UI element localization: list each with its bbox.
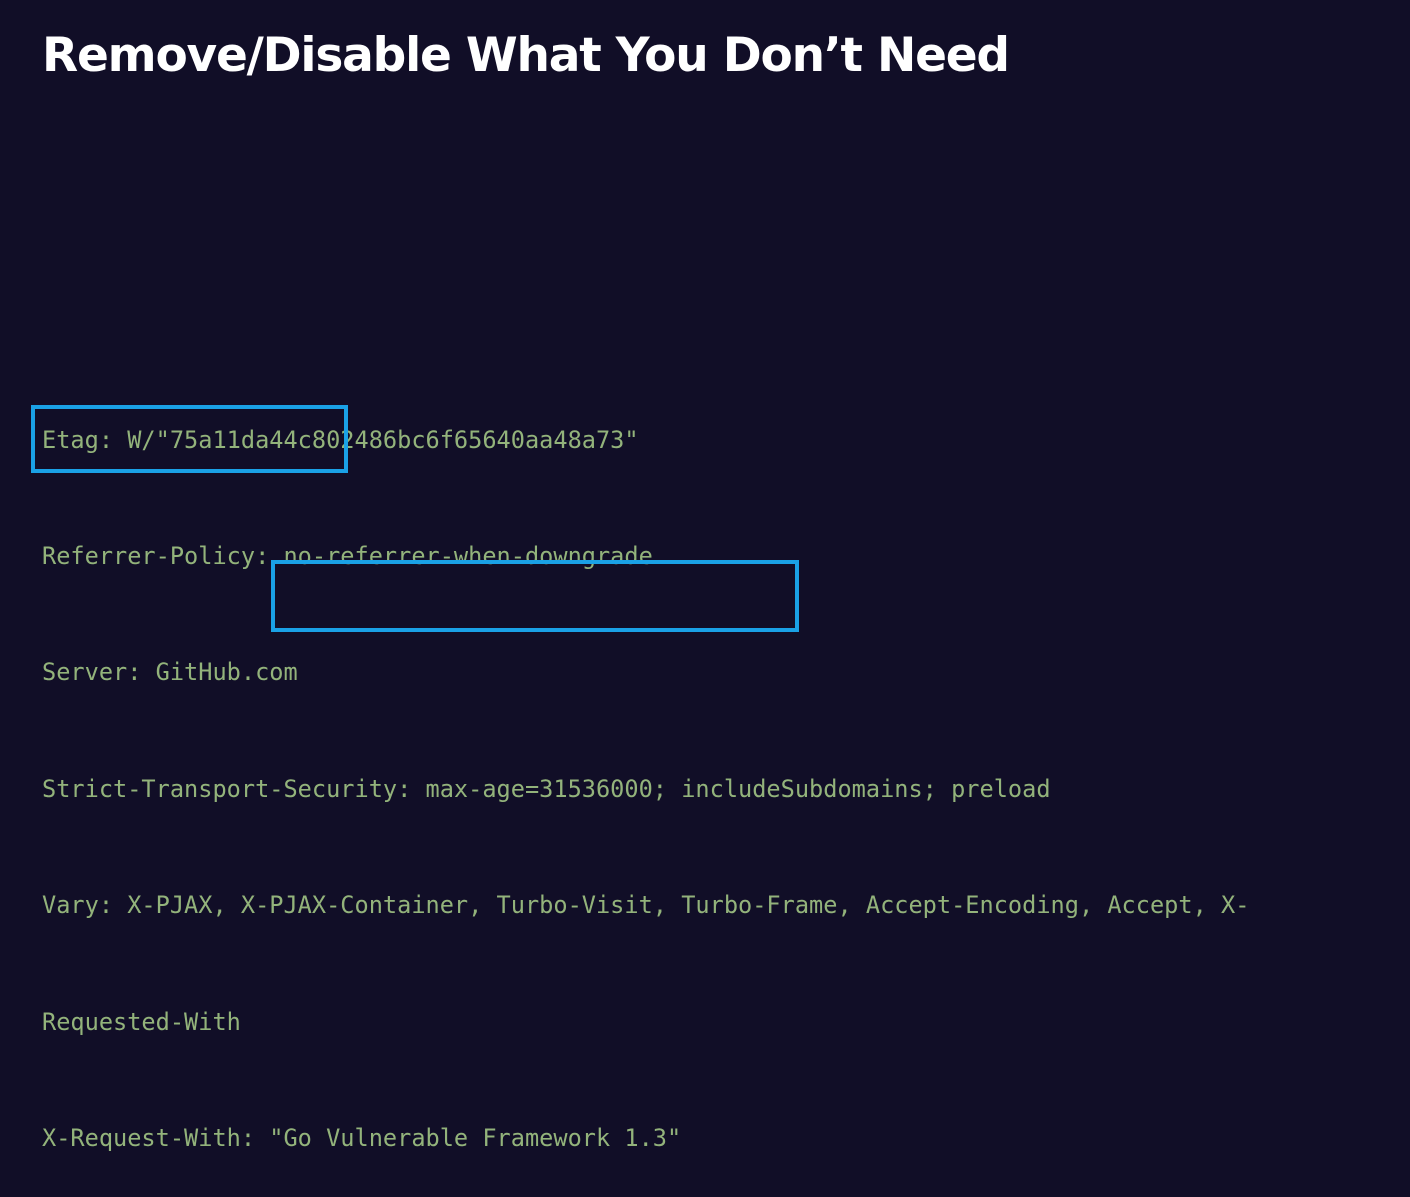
header-line-x-request-with: X-Request-With: "Go Vulnerable Framework… xyxy=(42,1123,682,1152)
header-line-server: Server: GitHub.com xyxy=(42,658,298,687)
header-line-vary-continued: Requested-With xyxy=(42,1007,241,1036)
slide-title: Remove/Disable What You Don’t Need xyxy=(42,28,1010,83)
header-line-vary: Vary: X-PJAX, X-PJAX-Container, Turbo-Vi… xyxy=(42,891,1250,920)
server-header-highlight-box xyxy=(31,405,348,473)
framework-version-highlight-box xyxy=(271,560,799,632)
header-line-strict-transport-security: Strict-Transport-Security: max-age=31536… xyxy=(42,774,1051,803)
